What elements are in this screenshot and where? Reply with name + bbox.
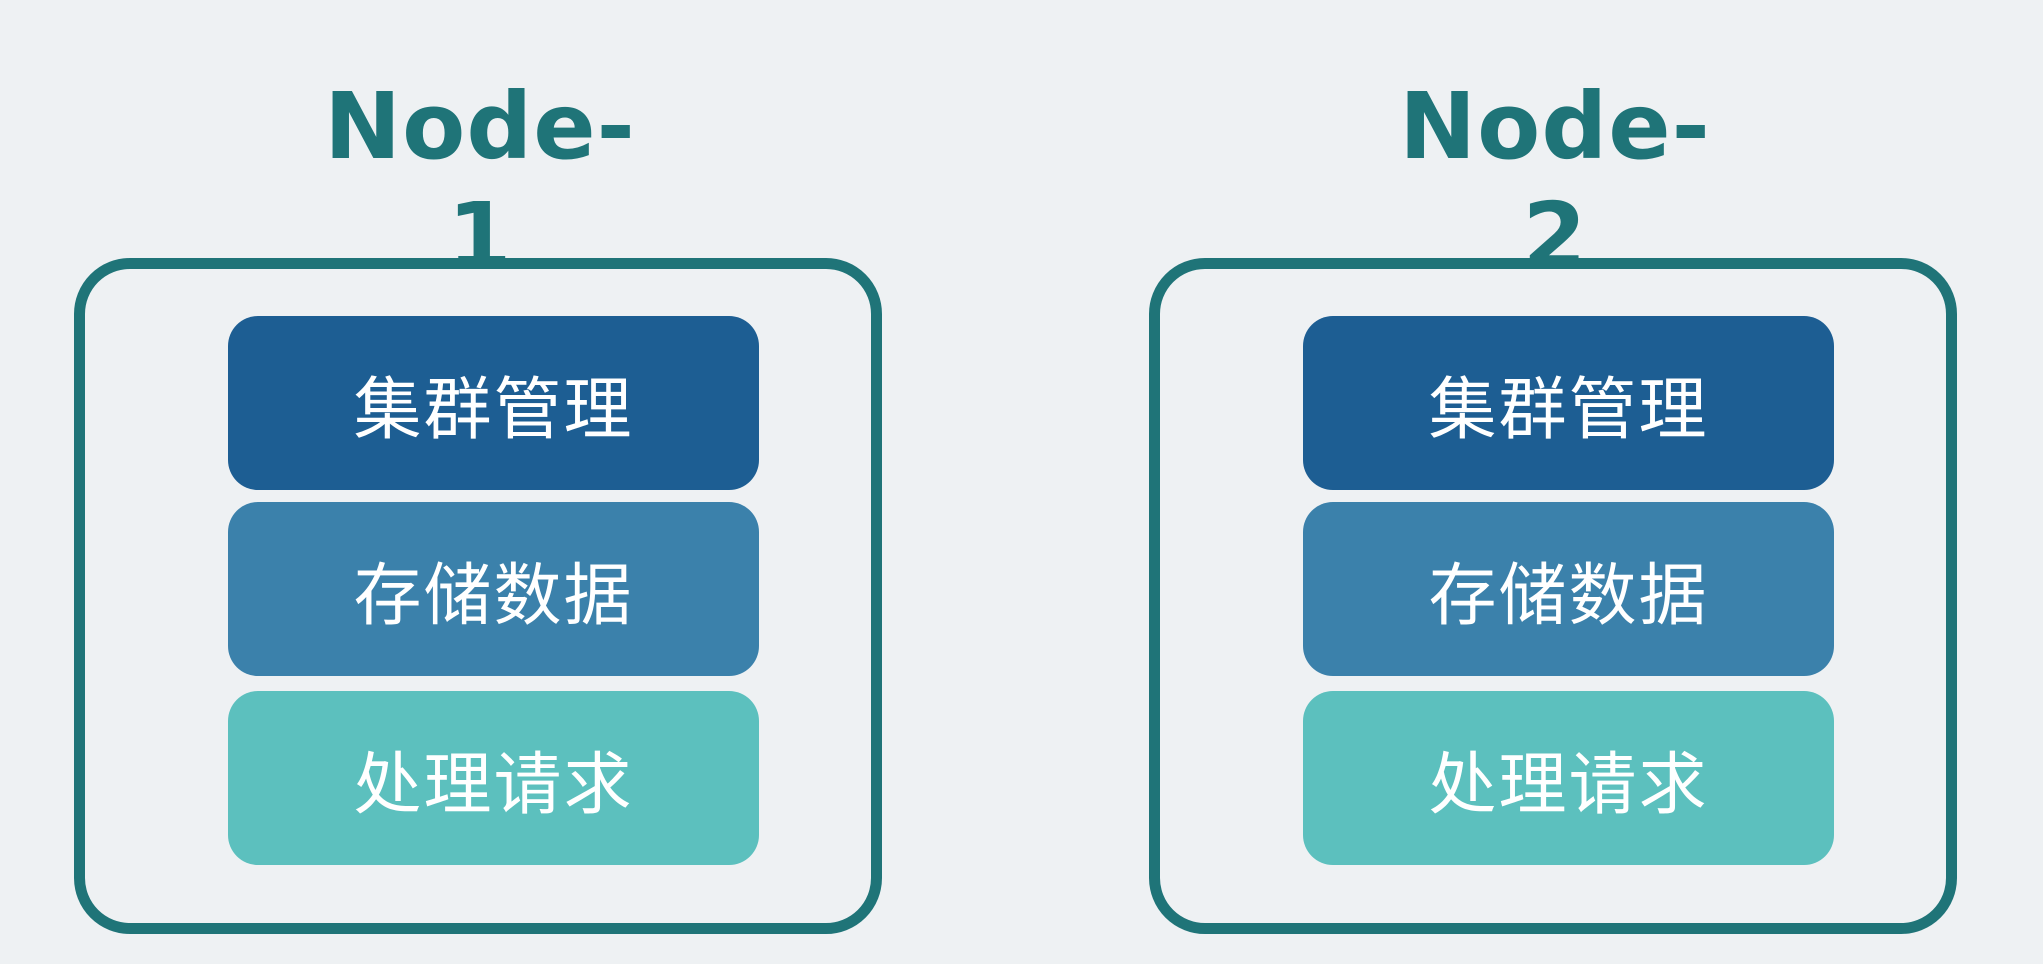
cluster-management-layer: 集群管理: [1303, 316, 1834, 490]
data-storage-layer: 存储数据: [228, 502, 759, 676]
node-1-title: Node-1: [324, 73, 636, 290]
data-storage-layer: 存储数据: [1303, 502, 1834, 676]
cluster-management-layer: 集群管理: [228, 316, 759, 490]
node-1-box: 集群管理 存储数据 处理请求: [74, 258, 882, 934]
request-handling-layer: 处理请求: [228, 691, 759, 865]
node-2-box: 集群管理 存储数据 处理请求: [1149, 258, 1957, 934]
node-2-title: Node-2: [1399, 73, 1711, 290]
request-handling-layer: 处理请求: [1303, 691, 1834, 865]
